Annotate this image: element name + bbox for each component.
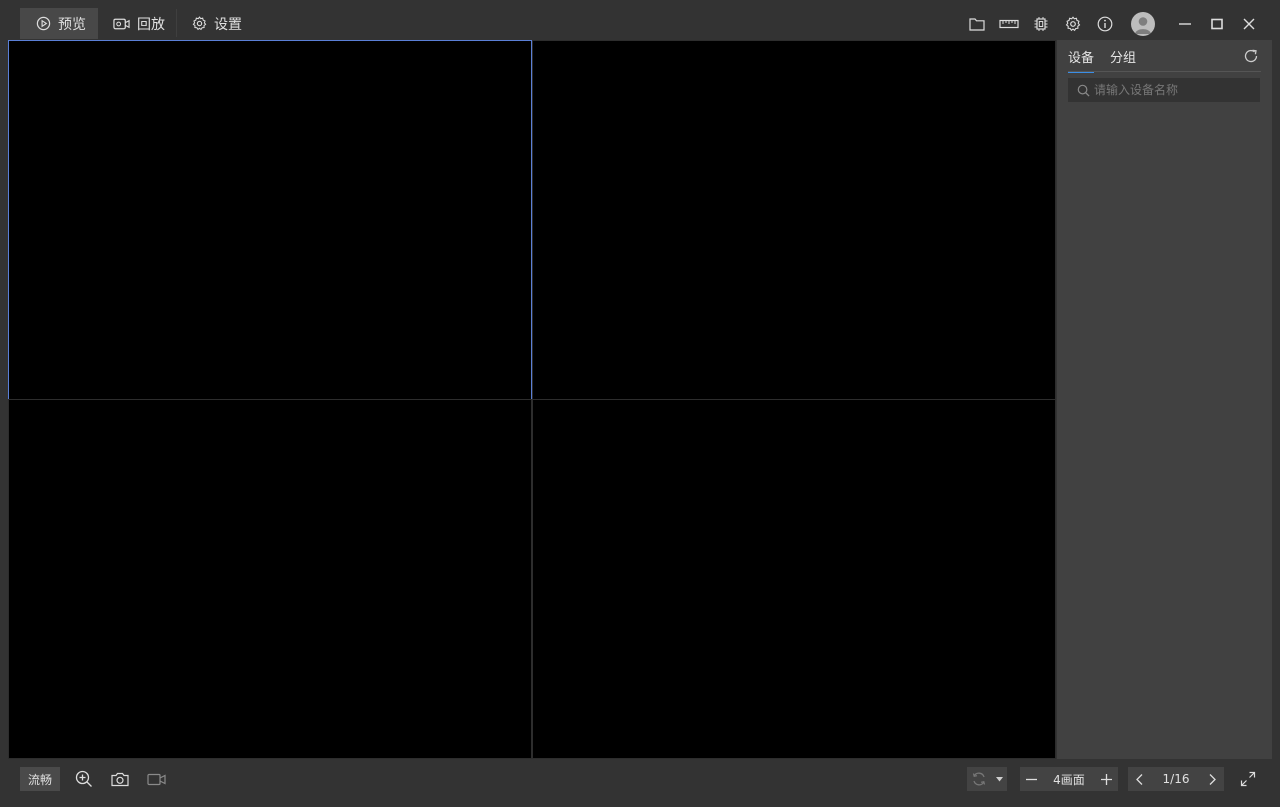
video-cell-4[interactable] <box>532 399 1056 759</box>
video-cell-2[interactable] <box>532 40 1056 400</box>
tab-settings[interactable]: 设置 <box>192 8 242 39</box>
avatar[interactable] <box>1131 12 1155 36</box>
tab-groups-label: 分组 <box>1110 51 1137 66</box>
stream-mode-button[interactable]: 流畅 <box>20 767 60 791</box>
title-bar: 预览 回放 设置 <box>0 0 1280 40</box>
chevron-right-icon <box>1210 773 1217 785</box>
auto-cycle-dropdown[interactable] <box>991 767 1007 791</box>
fullscreen-icon <box>1240 771 1256 787</box>
maximize-button[interactable] <box>1206 13 1228 35</box>
avatar-icon <box>1135 17 1151 34</box>
search-input[interactable] <box>1094 83 1254 97</box>
fullscreen-button[interactable] <box>1237 768 1259 790</box>
refresh-button[interactable] <box>1243 48 1259 64</box>
tab-preview-label: 预览 <box>58 16 86 33</box>
zoom-in-button[interactable] <box>73 768 95 790</box>
maximize-icon <box>1211 18 1223 30</box>
layout-label: 4画面 <box>1053 772 1085 787</box>
minus-icon <box>1025 778 1037 780</box>
tab-groups[interactable]: 分组 <box>1110 47 1136 71</box>
info-button[interactable] <box>1094 13 1116 35</box>
video-cell-1[interactable] <box>8 40 532 400</box>
search-icon <box>1077 84 1090 97</box>
snapshot-button[interactable] <box>109 768 131 790</box>
record-button[interactable] <box>145 768 167 790</box>
info-icon <box>1097 16 1113 32</box>
ruler-icon <box>999 19 1019 29</box>
tab-devices-label: 设备 <box>1068 51 1095 66</box>
settings-button[interactable] <box>1062 13 1084 35</box>
layout-selector: 4画面 <box>1020 767 1118 791</box>
layout-decrease-button[interactable] <box>1020 767 1042 791</box>
stream-mode-label: 流畅 <box>27 772 52 787</box>
camera-playback-icon <box>113 18 130 29</box>
page-indicator: 1/16 <box>1162 772 1190 786</box>
minimize-icon <box>1179 23 1191 25</box>
close-icon <box>1243 18 1255 30</box>
panel-tabs-divider <box>1068 71 1261 72</box>
refresh-icon <box>1244 49 1258 63</box>
tab-devices[interactable]: 设备 <box>1068 47 1095 73</box>
video-grid <box>8 40 1056 759</box>
play-circle-icon <box>36 16 51 31</box>
next-page-button[interactable] <box>1202 767 1224 791</box>
cycle-icon <box>972 772 986 786</box>
video-cell-3[interactable] <box>8 399 532 759</box>
tab-settings-label: 设置 <box>214 16 242 33</box>
folder-icon <box>969 18 985 31</box>
chip-button[interactable] <box>1030 13 1052 35</box>
layout-increase-button[interactable] <box>1096 767 1118 791</box>
caret-down-icon <box>995 776 1003 781</box>
search-box <box>1068 78 1260 102</box>
prev-page-button[interactable] <box>1128 767 1150 791</box>
close-button[interactable] <box>1238 13 1260 35</box>
tab-preview[interactable]: 预览 <box>20 8 98 39</box>
chip-icon <box>1034 17 1048 31</box>
camera-icon <box>111 772 129 786</box>
folder-button[interactable] <box>966 13 988 35</box>
gear-icon <box>1065 16 1081 32</box>
gear-icon <box>192 16 207 31</box>
minimize-button[interactable] <box>1174 13 1196 35</box>
tab-playback[interactable]: 回放 <box>113 8 165 39</box>
ruler-button[interactable] <box>998 13 1020 35</box>
tab-playback-label: 回放 <box>137 16 165 33</box>
chevron-left-icon <box>1135 773 1142 785</box>
auto-cycle-control <box>967 767 1007 791</box>
page-navigator: 1/16 <box>1128 767 1224 791</box>
bottom-toolbar: 流畅 4画面 1/16 <box>0 759 1280 807</box>
auto-cycle-button[interactable] <box>967 767 991 791</box>
video-camera-icon <box>146 773 166 785</box>
device-panel: 设备 分组 <box>1057 40 1272 759</box>
tab-divider <box>176 9 177 37</box>
zoom-in-icon <box>75 770 92 787</box>
plus-icon <box>1101 773 1113 785</box>
